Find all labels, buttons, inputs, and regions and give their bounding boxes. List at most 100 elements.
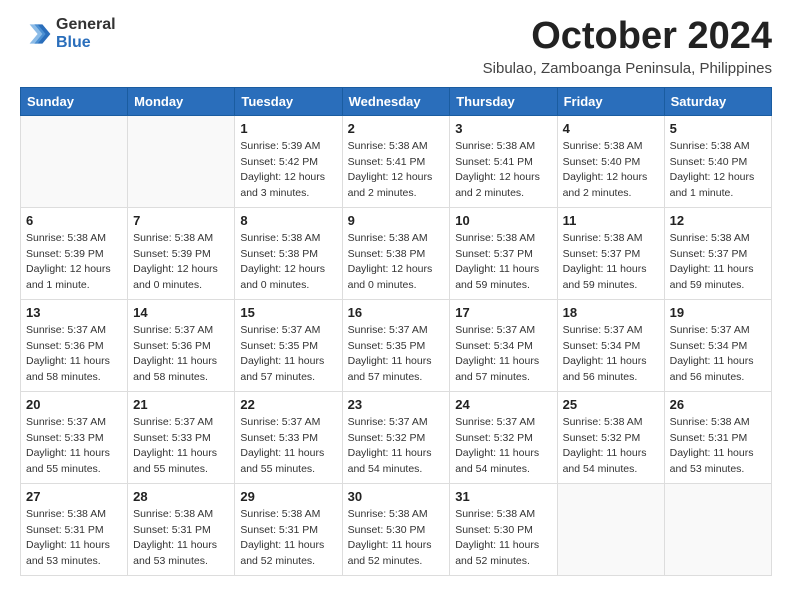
day-info: Sunrise: 5:38 AM Sunset: 5:37 PM Dayligh… <box>670 231 766 294</box>
day-info: Sunrise: 5:37 AM Sunset: 5:36 PM Dayligh… <box>133 323 229 386</box>
calendar-cell: 24 Sunrise: 5:37 AM Sunset: 5:32 PM Dayli… <box>450 391 557 483</box>
calendar-cell: 26 Sunrise: 5:38 AM Sunset: 5:31 PM Dayli… <box>664 391 771 483</box>
calendar-cell: 21Sunrise: 5:37 AM Sunset: 5:33 PM Dayli… <box>128 391 235 483</box>
calendar-header-monday: Monday <box>128 87 235 115</box>
day-number: 26 <box>670 397 766 412</box>
calendar-cell: 14 Sunrise: 5:37 AM Sunset: 5:36 PM Dayli… <box>128 299 235 391</box>
calendar-cell: 13 Sunrise: 5:37 AM Sunset: 5:36 PM Dayli… <box>21 299 128 391</box>
day-number: 23 <box>348 397 445 412</box>
week-row-3: 13 Sunrise: 5:37 AM Sunset: 5:36 PM Dayli… <box>21 299 772 391</box>
logo-text: General Blue <box>56 16 116 51</box>
day-info: Sunrise: 5:38 AM Sunset: 5:40 PM Dayligh… <box>563 139 659 202</box>
logo-blue-label: Blue <box>56 34 116 52</box>
day-number: 16 <box>348 305 445 320</box>
day-info: Sunrise: 5:39 AM Sunset: 5:42 PM Dayligh… <box>240 139 336 202</box>
day-info: Sunrise: 5:38 AM Sunset: 5:31 PM Dayligh… <box>26 507 122 570</box>
day-number: 7 <box>133 213 229 228</box>
calendar-cell: 18 Sunrise: 5:37 AM Sunset: 5:34 PM Dayli… <box>557 299 664 391</box>
day-number: 14 <box>133 305 229 320</box>
month-title: October 2024 <box>483 16 772 58</box>
day-info: Sunrise: 5:37 AM Sunset: 5:32 PM Dayligh… <box>455 415 551 478</box>
day-info: Sunrise: 5:38 AM Sunset: 5:39 PM Dayligh… <box>133 231 229 294</box>
day-number: 21 <box>133 397 229 412</box>
calendar-cell: 30 Sunrise: 5:38 AM Sunset: 5:30 PM Dayli… <box>342 483 450 575</box>
day-info: Sunrise: 5:38 AM Sunset: 5:41 PM Dayligh… <box>348 139 445 202</box>
day-info: Sunrise: 5:38 AM Sunset: 5:31 PM Dayligh… <box>240 507 336 570</box>
day-info: Sunrise: 5:38 AM Sunset: 5:30 PM Dayligh… <box>455 507 551 570</box>
day-number: 24 <box>455 397 551 412</box>
day-number: 5 <box>670 121 766 136</box>
calendar-cell: 29 Sunrise: 5:38 AM Sunset: 5:31 PM Dayli… <box>235 483 342 575</box>
calendar-header-thursday: Thursday <box>450 87 557 115</box>
day-number: 6 <box>26 213 122 228</box>
day-info: Sunrise: 5:37 AM Sunset: 5:36 PM Dayligh… <box>26 323 122 386</box>
day-number: 15 <box>240 305 336 320</box>
day-number: 19 <box>670 305 766 320</box>
day-number: 13 <box>26 305 122 320</box>
calendar-cell: 8 Sunrise: 5:38 AM Sunset: 5:38 PM Daylig… <box>235 207 342 299</box>
day-info: Sunrise: 5:37 AM Sunset: 5:33 PM Dayligh… <box>240 415 336 478</box>
calendar-header-row: SundayMondayTuesdayWednesdayThursdayFrid… <box>21 87 772 115</box>
day-info: Sunrise: 5:37 AM Sunset: 5:34 PM Dayligh… <box>455 323 551 386</box>
day-number: 18 <box>563 305 659 320</box>
day-number: 2 <box>348 121 445 136</box>
logo: General Blue <box>20 16 116 51</box>
day-info: Sunrise: 5:37 AM Sunset: 5:35 PM Dayligh… <box>348 323 445 386</box>
calendar-cell <box>557 483 664 575</box>
day-number: 22 <box>240 397 336 412</box>
week-row-5: 27 Sunrise: 5:38 AM Sunset: 5:31 PM Dayli… <box>21 483 772 575</box>
day-number: 12 <box>670 213 766 228</box>
day-number: 31 <box>455 489 551 504</box>
title-area: October 2024 Sibulao, Zamboanga Peninsul… <box>483 16 772 77</box>
day-number: 3 <box>455 121 551 136</box>
day-info: Sunrise: 5:38 AM Sunset: 5:41 PM Dayligh… <box>455 139 551 202</box>
calendar-cell: 7 Sunrise: 5:38 AM Sunset: 5:39 PM Daylig… <box>128 207 235 299</box>
day-info: Sunrise: 5:37 AM Sunset: 5:32 PM Dayligh… <box>348 415 445 478</box>
day-number: 11 <box>563 213 659 228</box>
calendar-header-saturday: Saturday <box>664 87 771 115</box>
day-number: 8 <box>240 213 336 228</box>
calendar-cell: 11Sunrise: 5:38 AM Sunset: 5:37 PM Dayli… <box>557 207 664 299</box>
day-info: Sunrise: 5:38 AM Sunset: 5:31 PM Dayligh… <box>670 415 766 478</box>
calendar-cell: 2 Sunrise: 5:38 AM Sunset: 5:41 PM Daylig… <box>342 115 450 207</box>
day-info: Sunrise: 5:38 AM Sunset: 5:39 PM Dayligh… <box>26 231 122 294</box>
day-number: 1 <box>240 121 336 136</box>
calendar-cell: 28Sunrise: 5:38 AM Sunset: 5:31 PM Dayli… <box>128 483 235 575</box>
calendar-header-sunday: Sunday <box>21 87 128 115</box>
day-number: 9 <box>348 213 445 228</box>
location-subtitle: Sibulao, Zamboanga Peninsula, Philippine… <box>483 60 772 77</box>
day-info: Sunrise: 5:38 AM Sunset: 5:30 PM Dayligh… <box>348 507 445 570</box>
day-info: Sunrise: 5:37 AM Sunset: 5:34 PM Dayligh… <box>670 323 766 386</box>
day-number: 25 <box>563 397 659 412</box>
calendar-cell: 5 Sunrise: 5:38 AM Sunset: 5:40 PM Daylig… <box>664 115 771 207</box>
calendar-cell: 4Sunrise: 5:38 AM Sunset: 5:40 PM Daylig… <box>557 115 664 207</box>
calendar-cell <box>664 483 771 575</box>
week-row-2: 6 Sunrise: 5:38 AM Sunset: 5:39 PM Daylig… <box>21 207 772 299</box>
calendar-cell: 25Sunrise: 5:38 AM Sunset: 5:32 PM Dayli… <box>557 391 664 483</box>
day-info: Sunrise: 5:38 AM Sunset: 5:31 PM Dayligh… <box>133 507 229 570</box>
calendar-header-tuesday: Tuesday <box>235 87 342 115</box>
day-number: 17 <box>455 305 551 320</box>
day-info: Sunrise: 5:37 AM Sunset: 5:34 PM Dayligh… <box>563 323 659 386</box>
day-info: Sunrise: 5:37 AM Sunset: 5:35 PM Dayligh… <box>240 323 336 386</box>
day-number: 10 <box>455 213 551 228</box>
page-header: General Blue October 2024 Sibulao, Zambo… <box>20 16 772 77</box>
day-info: Sunrise: 5:38 AM Sunset: 5:38 PM Dayligh… <box>240 231 336 294</box>
week-row-1: 1 Sunrise: 5:39 AM Sunset: 5:42 PM Daylig… <box>21 115 772 207</box>
calendar-header-wednesday: Wednesday <box>342 87 450 115</box>
calendar-cell: 31 Sunrise: 5:38 AM Sunset: 5:30 PM Dayli… <box>450 483 557 575</box>
calendar-cell: 27 Sunrise: 5:38 AM Sunset: 5:31 PM Dayli… <box>21 483 128 575</box>
calendar-cell: 19 Sunrise: 5:37 AM Sunset: 5:34 PM Dayli… <box>664 299 771 391</box>
week-row-4: 20Sunrise: 5:37 AM Sunset: 5:33 PM Dayli… <box>21 391 772 483</box>
calendar-cell: 10Sunrise: 5:38 AM Sunset: 5:37 PM Dayli… <box>450 207 557 299</box>
calendar-cell: 17 Sunrise: 5:37 AM Sunset: 5:34 PM Dayli… <box>450 299 557 391</box>
day-info: Sunrise: 5:38 AM Sunset: 5:38 PM Dayligh… <box>348 231 445 294</box>
day-number: 29 <box>240 489 336 504</box>
logo-general-label: General <box>56 16 116 34</box>
day-info: Sunrise: 5:38 AM Sunset: 5:40 PM Dayligh… <box>670 139 766 202</box>
day-number: 27 <box>26 489 122 504</box>
day-number: 30 <box>348 489 445 504</box>
calendar-table: SundayMondayTuesdayWednesdayThursdayFrid… <box>20 87 772 576</box>
calendar-cell <box>21 115 128 207</box>
calendar-cell <box>128 115 235 207</box>
